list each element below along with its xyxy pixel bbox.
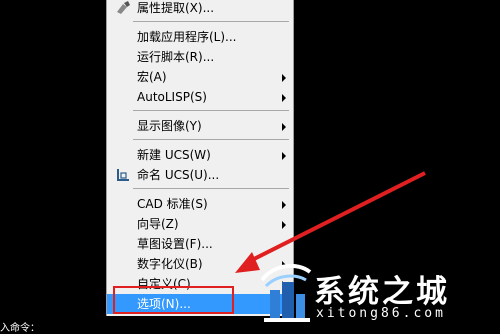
watermark-subtitle: xitong86.com xyxy=(316,306,446,321)
city-logo-icon xyxy=(260,263,312,322)
watermark: 系统之城 xitong86.com xyxy=(252,256,500,329)
watermark-title: 系统之城 xyxy=(314,274,450,310)
command-line-prompt: 入命令： xyxy=(0,323,40,334)
